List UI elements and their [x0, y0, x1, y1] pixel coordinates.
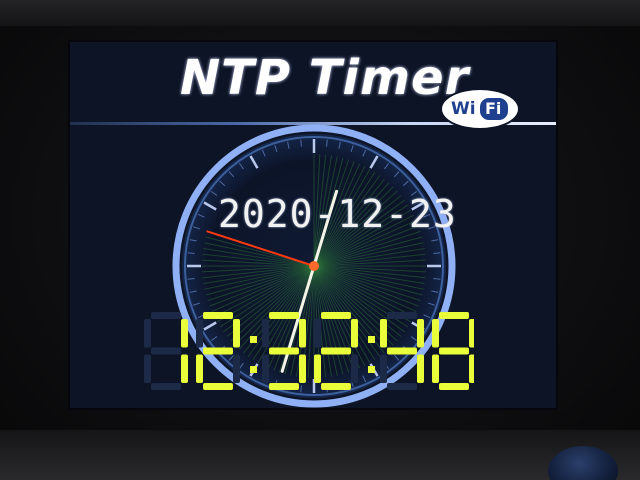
time-digit-3-segment-e [262, 354, 269, 383]
time-digit-0-segment-f [144, 319, 151, 348]
time-digit-6-segment-b [417, 319, 424, 348]
time-digit-6-segment-a [387, 312, 417, 319]
date-display: 2020-12-23 [218, 192, 457, 236]
time-digit-7-segment-c [469, 354, 476, 383]
time-digit-6-segment-c [417, 354, 424, 383]
time-digit-1-segment-d [203, 383, 233, 390]
time-digit-0-segment-b [181, 319, 188, 348]
time-colon-dot [368, 366, 375, 373]
lcd-screen: NTP Timer Wi Fi 2020-12-23 [70, 42, 556, 408]
time-digit-3-segment-f [262, 319, 269, 348]
time-digit-6-segment-d [387, 383, 417, 390]
time-digit-1-segment-a [203, 312, 233, 319]
time-digit-7-segment-f [432, 319, 439, 348]
time-digit-6-segment-e [380, 354, 387, 383]
time-digit-1-segment-e [196, 354, 203, 383]
time-digit-4-segment-f [314, 319, 321, 348]
time-digit-7-segment-d [439, 383, 469, 390]
time-digit-3-segment-c [299, 354, 306, 383]
time-digit-4-segment-a [321, 312, 351, 319]
bezel-top-edge [0, 0, 640, 26]
time-digit-1-segment-b [233, 319, 240, 348]
hand-pivot [309, 261, 319, 271]
time-digit-1-segment-g [203, 347, 233, 355]
time-digit-4-segment-e [314, 354, 321, 383]
time-digit-0-segment-d [151, 383, 181, 390]
time-digit-7-segment-b [469, 319, 476, 348]
time-digit-4-segment-g [321, 347, 351, 355]
time-digit-0-segment-c [181, 354, 188, 383]
time-colon-dot [368, 336, 375, 343]
digital-time-display [144, 310, 476, 392]
time-digit-0-segment-e [144, 354, 151, 383]
bezel-bottom-edge [0, 430, 640, 480]
time-digit-6-segment-f [380, 319, 387, 348]
time-digit-3-segment-a [269, 312, 299, 319]
time-digit-4-segment-b [351, 319, 358, 348]
time-digit-1-segment-c [233, 354, 240, 383]
time-colon-dot [250, 336, 257, 343]
time-digit-4-segment-c [351, 354, 358, 383]
time-digit-3-segment-b [299, 319, 306, 348]
time-digit-7-segment-e [432, 354, 439, 383]
time-digit-1-segment-f [196, 319, 203, 348]
seven-segment-digits [144, 312, 476, 390]
time-digit-0-segment-a [151, 312, 181, 319]
time-digit-6-segment-g [387, 347, 417, 355]
time-digit-7-segment-a [439, 312, 469, 319]
time-digit-7-segment-g [439, 347, 469, 355]
time-colon-dot [250, 366, 257, 373]
time-digit-3-segment-g [269, 347, 299, 355]
time-digit-4-segment-d [321, 383, 351, 390]
time-digit-0-segment-g [151, 347, 181, 355]
time-digit-3-segment-d [269, 383, 299, 390]
